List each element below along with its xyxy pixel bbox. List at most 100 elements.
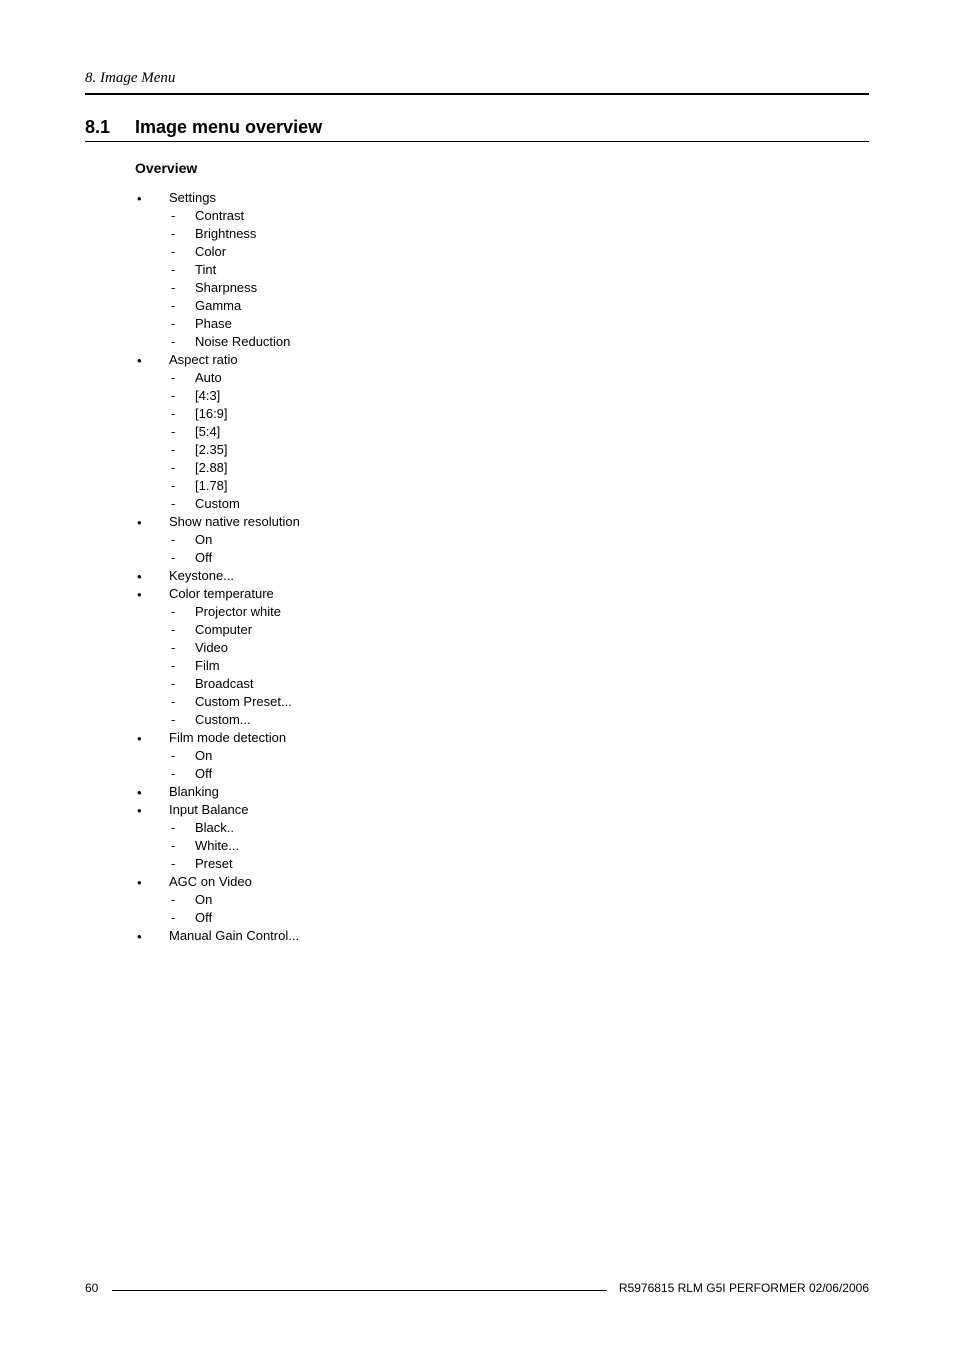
sub-list-item: -Film [169,658,869,673]
sub-list-item: -On [169,748,869,763]
sub-list-item-label: Off [195,910,212,925]
bullet-icon: • [135,732,169,745]
bullet-icon: • [135,354,169,367]
dash-icon: - [169,442,195,457]
list-item-label: Show native resolution [169,514,300,529]
sub-list-item: -On [169,892,869,907]
sub-list-item: -Preset [169,856,869,871]
dash-icon: - [169,334,195,349]
sub-list-item-label: Off [195,550,212,565]
list-item: •Show native resolution-On-Off [135,514,869,565]
overview-label: Overview [135,160,869,176]
section-title: Image menu overview [135,117,322,138]
list-item-label: Color temperature [169,586,274,601]
dash-icon: - [169,892,195,907]
sub-list-item-label: [2.88] [195,460,228,475]
sub-list-item: -[4:3] [169,388,869,403]
list-item-label: Input Balance [169,802,249,817]
sub-list-item: -[2.88] [169,460,869,475]
sub-list-item-label: [1.78] [195,478,228,493]
sub-list: -Auto-[4:3]-[16:9]-[5:4]-[2.35]-[2.88]-[… [169,370,869,511]
list-item: •Keystone... [135,568,869,583]
sub-list-item: -Off [169,910,869,925]
sub-list-item-label: Auto [195,370,222,385]
sub-list-item-label: Off [195,766,212,781]
sub-list-item: -Brightness [169,226,869,241]
sub-list-item-label: Noise Reduction [195,334,290,349]
sub-list-item-label: Video [195,640,228,655]
sub-list: -Black..-White...-Preset [169,820,869,871]
dash-icon: - [169,640,195,655]
sub-list-item-label: Projector white [195,604,281,619]
sub-list-item: -Black.. [169,820,869,835]
dash-icon: - [169,838,195,853]
dash-icon: - [169,604,195,619]
sub-list-item-label: Gamma [195,298,241,313]
list-item: •Input Balance-Black..-White...-Preset [135,802,869,871]
bullet-icon: • [135,786,169,799]
sub-list-item-label: Black.. [195,820,234,835]
sub-list-item: -Custom Preset... [169,694,869,709]
sub-list-item-label: Custom... [195,712,251,727]
list-item: •AGC on Video-On-Off [135,874,869,925]
sub-list-item-label: Sharpness [195,280,257,295]
sub-list: -On-Off [169,892,869,925]
sub-list-item-label: On [195,892,212,907]
dash-icon: - [169,748,195,763]
dash-icon: - [169,370,195,385]
list-item: •Film mode detection-On-Off [135,730,869,781]
sub-list-item-label: Contrast [195,208,244,223]
list-item: •Color temperature-Projector white-Compu… [135,586,869,727]
sub-list-item: -Tint [169,262,869,277]
list-item-label: AGC on Video [169,874,252,889]
sub-list: -Contrast-Brightness-Color-Tint-Sharpnes… [169,208,869,349]
chapter-header: 8. Image Menu [85,70,869,87]
sub-list-item: -On [169,532,869,547]
sub-list-item: -Projector white [169,604,869,619]
sub-list-item: -Off [169,766,869,781]
list-item-label: Aspect ratio [169,352,238,367]
sub-list-item: -Color [169,244,869,259]
dash-icon: - [169,676,195,691]
list-item-label: Keystone... [169,568,234,583]
bullet-icon: • [135,804,169,817]
sub-list-item-label: Computer [195,622,252,637]
bullet-icon: • [135,930,169,943]
list-item: •Settings-Contrast-Brightness-Color-Tint… [135,190,869,349]
sub-list: -On-Off [169,532,869,565]
sub-list-item: -Broadcast [169,676,869,691]
sub-list-item-label: Preset [195,856,233,871]
bullet-icon: • [135,570,169,583]
bullet-icon: • [135,516,169,529]
sub-list-item: -Sharpness [169,280,869,295]
dash-icon: - [169,226,195,241]
footer-doc-id: R5976815 RLM G5I PERFORMER 02/06/2006 [611,1281,869,1295]
dash-icon: - [169,820,195,835]
dash-icon: - [169,694,195,709]
list-item-label: Film mode detection [169,730,286,745]
list-item: •Manual Gain Control... [135,928,869,943]
sub-list-item: -[16:9] [169,406,869,421]
dash-icon: - [169,478,195,493]
sub-list-item: -Custom... [169,712,869,727]
sub-list-item-label: Broadcast [195,676,254,691]
sub-list-item-label: Custom [195,496,240,511]
dash-icon: - [169,460,195,475]
sub-list-item: -Phase [169,316,869,331]
section-number: 8.1 [85,117,135,138]
bullet-icon: • [135,192,169,205]
sub-list-item: -Off [169,550,869,565]
sub-list-item: -[1.78] [169,478,869,493]
sub-list-item-label: [2.35] [195,442,228,457]
sub-list-item-label: White... [195,838,239,853]
dash-icon: - [169,262,195,277]
sub-list-item-label: [5:4] [195,424,220,439]
list-item-label: Settings [169,190,216,205]
sub-list-item: -[2.35] [169,442,869,457]
overview-list: •Settings-Contrast-Brightness-Color-Tint… [135,190,869,943]
dash-icon: - [169,208,195,223]
dash-icon: - [169,856,195,871]
sub-list-item: -Computer [169,622,869,637]
dash-icon: - [169,712,195,727]
dash-icon: - [169,532,195,547]
